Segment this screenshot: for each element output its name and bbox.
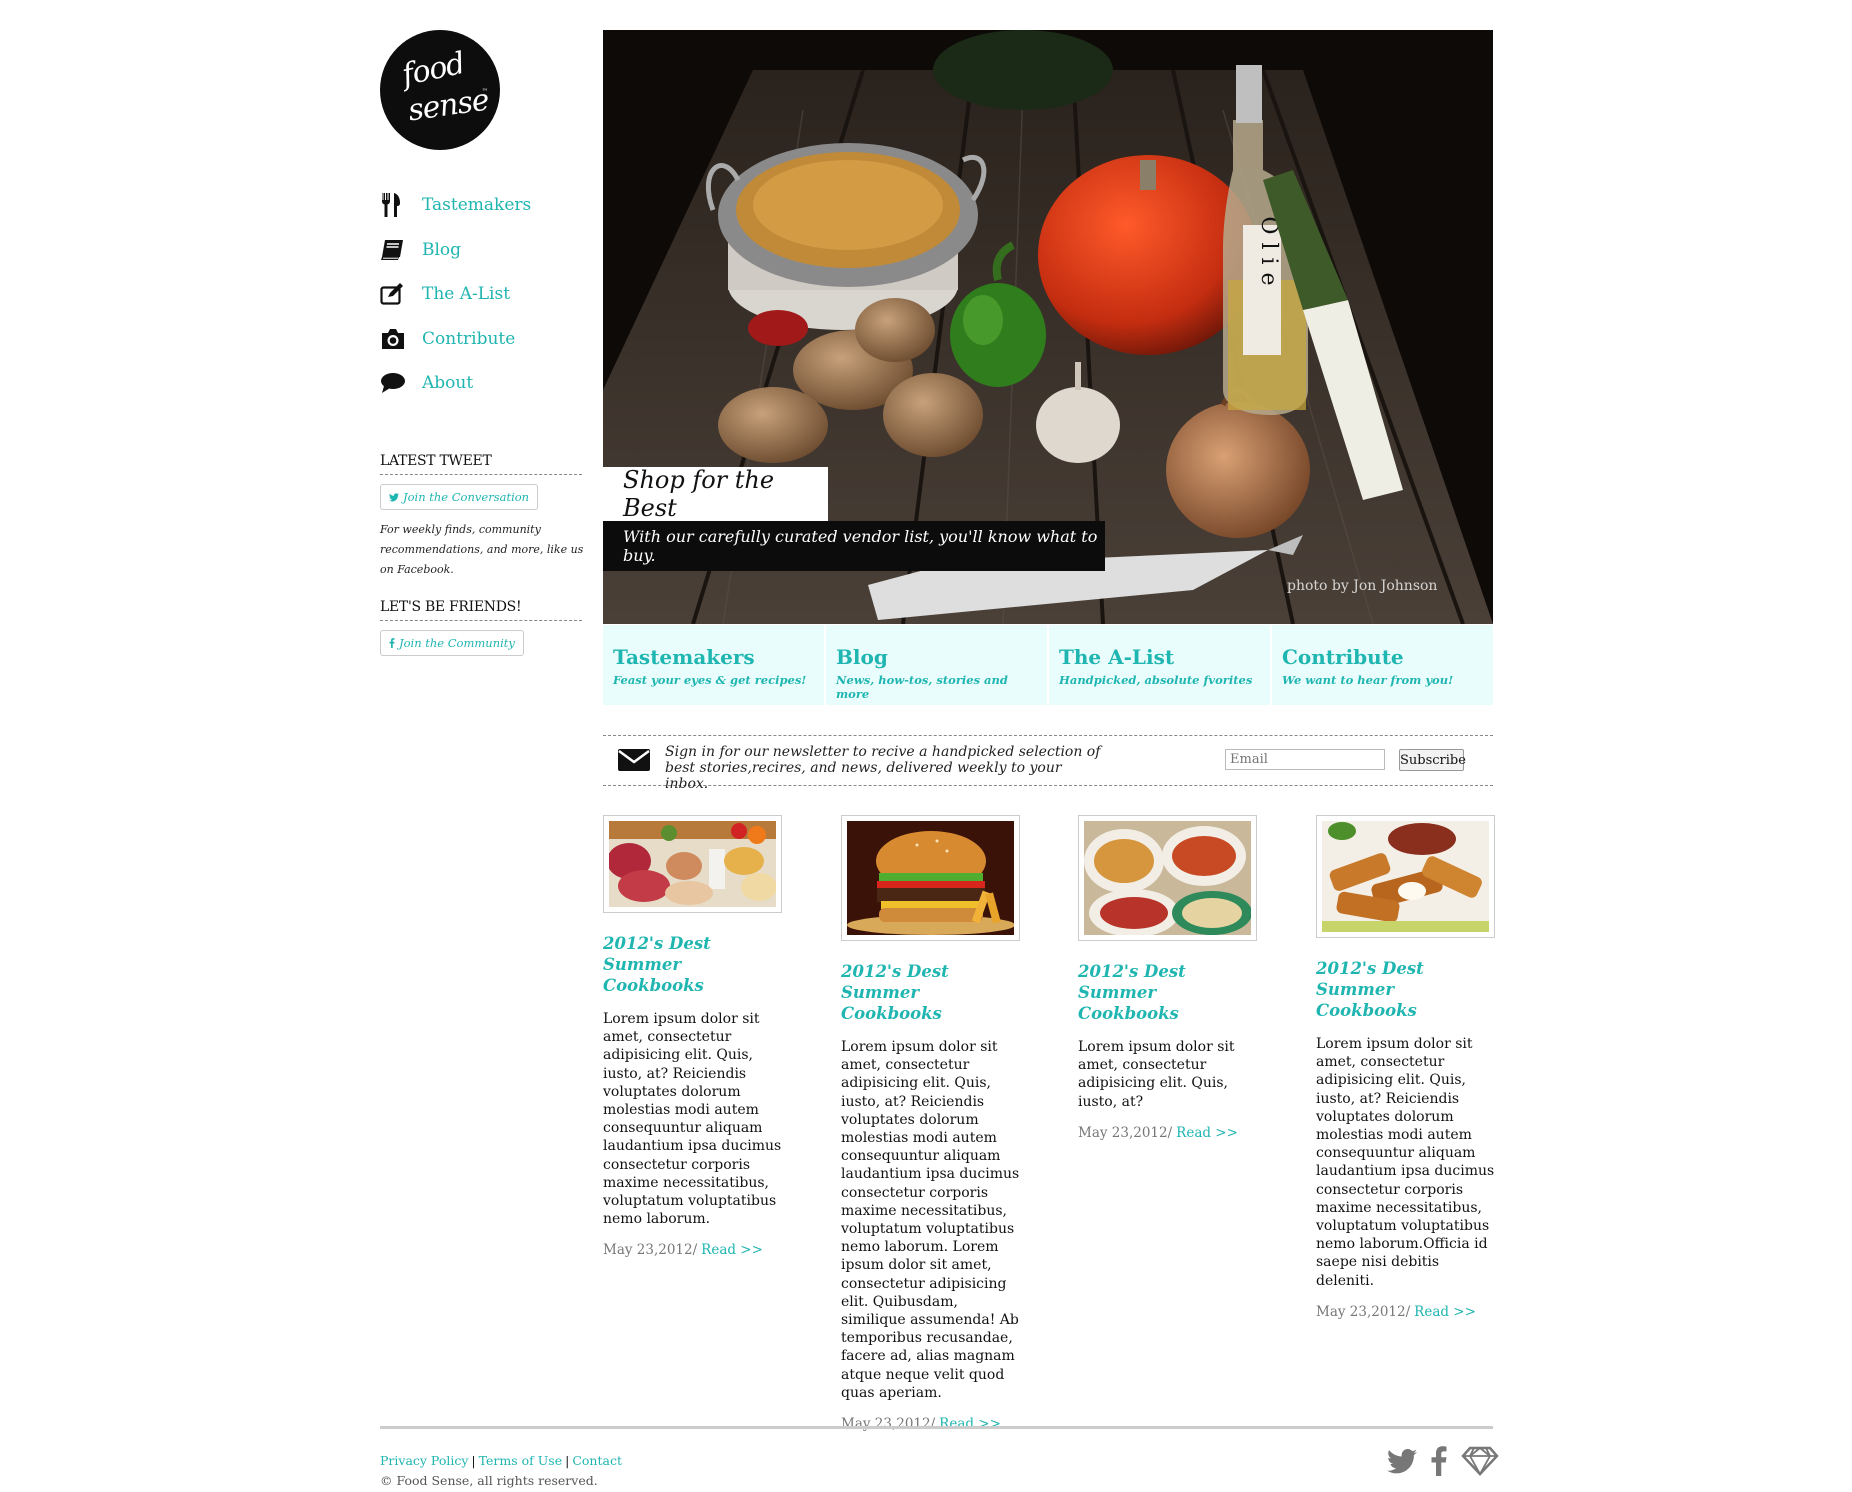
email-input[interactable] (1225, 749, 1385, 770)
post-date: May 23,2012/ (603, 1242, 698, 1259)
post-thumbnail[interactable] (603, 815, 782, 913)
read-more-link[interactable]: Read >> (1414, 1304, 1476, 1320)
contact-link[interactable]: Contact (572, 1453, 622, 1468)
envelope-icon (618, 749, 650, 771)
feature-subtitle: Handpicked, absolute fvorites (1059, 673, 1253, 687)
post-thumbnail[interactable] (1316, 815, 1495, 938)
newsletter-signup: Sign in for our newsletter to recive a h… (603, 735, 1493, 792)
hero-banner[interactable]: Olie Shop for the Best With our carefull… (603, 30, 1493, 624)
post-body: Lorem ipsum dolor sit amet, consectetur … (1316, 1036, 1495, 1289)
logo-trademark: ™ (482, 88, 488, 95)
sidebar-nav: Tastemakers Blog The A-List Contribute A… (380, 192, 580, 415)
post-thumbnail[interactable] (841, 815, 1020, 941)
diamond-icon[interactable] (1461, 1446, 1499, 1476)
post-title[interactable]: 2012's Dest Summer Cookbooks (1316, 958, 1496, 1021)
read-more-link[interactable]: Read >> (939, 1416, 1001, 1432)
hero-caption-subtitle: With our carefully curated vendor list, … (603, 521, 1105, 571)
feature-title: Tastemakers (613, 645, 755, 669)
post-body: Lorem ipsum dolor sit amet, consectetur … (841, 1039, 1020, 1401)
subscribe-button[interactable]: Subscribe (1399, 749, 1466, 771)
edit-icon (380, 281, 408, 307)
post-title[interactable]: 2012's Dest Summer Cookbooks (603, 933, 783, 996)
sidebar-item-tastemakers[interactable]: Tastemakers (380, 192, 580, 218)
feature-title: The A-List (1059, 645, 1175, 669)
post-meta: May 23,2012/Read >> (841, 1416, 1021, 1432)
latest-tweet-heading: LATEST TWEET (380, 453, 582, 475)
post-card: 2012's Dest Summer Cookbooks Lorem ipsum… (841, 815, 1021, 1432)
sidebar-item-label: The A-List (422, 284, 511, 304)
post-meta: May 23,2012/Read >> (1316, 1304, 1496, 1320)
post-date: May 23,2012/ (841, 1416, 936, 1433)
feature-subtitle: Feast your eyes & get recipes! (613, 673, 807, 687)
fork-knife-icon (380, 192, 408, 218)
post-thumbnail[interactable] (1078, 815, 1257, 941)
sidebar-item-label: Contribute (422, 328, 516, 349)
book-icon (380, 237, 408, 263)
sidebar-item-the-a-list[interactable]: The A-List (380, 281, 580, 307)
facebook-icon[interactable] (1431, 1446, 1447, 1476)
post-body: Lorem ipsum dolor sit amet, consectetur … (1078, 1039, 1235, 1110)
photo-credit: photo by Jon Johnson (1287, 578, 1438, 594)
join-conversation-button[interactable]: Join the Conversation (380, 484, 539, 510)
twitter-icon (389, 492, 399, 501)
join-community-label: Join the Community (399, 636, 515, 650)
sidebar-item-label: About (422, 373, 474, 393)
post-card: 2012's Dest Summer Cookbooks Lorem ipsum… (1316, 815, 1496, 1320)
feature-subtitle: We want to hear from you! (1282, 673, 1454, 687)
privacy-policy-link[interactable]: Privacy Policy (380, 1453, 468, 1468)
post-card: 2012's Dest Summer Cookbooks Lorem ipsum… (1078, 815, 1258, 1141)
newsletter-text: Sign in for our newsletter to recive a h… (665, 744, 1101, 792)
post-card: 2012's Dest Summer Cookbooks Lorem ipsum… (603, 815, 783, 1258)
footer-links: Privacy Policy | Terms of Use | Contact (380, 1453, 622, 1468)
social-links (1387, 1446, 1499, 1476)
terms-of-use-link[interactable]: Terms of Use (479, 1453, 562, 1468)
post-meta: May 23,2012/Read >> (603, 1242, 783, 1258)
copyright: © Food Sense, all rights reserved. (380, 1473, 598, 1488)
join-conversation-label: Join the Conversation (403, 490, 530, 504)
post-date: May 23,2012/ (1078, 1124, 1173, 1141)
lets-be-friends-heading: LET'S BE FRIENDS! (380, 599, 582, 621)
feature-tabs: Tastemakers Feast your eyes & get recipe… (603, 625, 1493, 705)
feature-subtitle: News, how-tos, stories and more (836, 673, 1008, 701)
camera-icon (380, 326, 408, 352)
site-logo[interactable]: food sense ™ (380, 30, 500, 150)
footer-separator: | (471, 1453, 476, 1468)
speech-bubble-icon (380, 370, 408, 396)
bottle-label: Olie (1256, 216, 1281, 293)
groceries-image (609, 821, 776, 907)
sidebar-item-label: Tastemakers (422, 195, 532, 215)
sidebar-item-contribute[interactable]: Contribute (380, 326, 580, 352)
feature-tastemakers[interactable]: Tastemakers Feast your eyes & get recipe… (603, 625, 826, 705)
read-more-link[interactable]: Read >> (701, 1242, 763, 1258)
footer-divider (380, 1426, 1493, 1429)
burger-image (847, 821, 1014, 935)
twitter-icon[interactable] (1387, 1448, 1417, 1474)
hero-caption-title: Shop for the Best (603, 466, 828, 522)
read-more-link[interactable]: Read >> (1176, 1125, 1238, 1141)
feature-contribute[interactable]: Contribute We want to hear from you! (1272, 625, 1493, 705)
feature-title: Contribute (1282, 645, 1404, 669)
sidebar-item-blog[interactable]: Blog (380, 237, 580, 263)
post-meta: May 23,2012/Read >> (1078, 1125, 1258, 1141)
feature-the-a-list[interactable]: The A-List Handpicked, absolute fvorites (1049, 625, 1272, 705)
feature-blog[interactable]: Blog News, how-tos, stories and more (826, 625, 1049, 705)
facebook-icon (389, 638, 395, 648)
sidebar-item-label: Blog (422, 239, 462, 260)
tweet-text: For weekly finds, community recommendati… (380, 523, 584, 576)
post-date: May 23,2012/ (1316, 1303, 1411, 1320)
feature-title: Blog (836, 645, 888, 669)
footer-separator: | (565, 1453, 570, 1468)
post-title[interactable]: 2012's Dest Summer Cookbooks (1078, 961, 1258, 1024)
sidebar-item-about[interactable]: About (380, 370, 580, 396)
post-title[interactable]: 2012's Dest Summer Cookbooks (841, 961, 1021, 1024)
fried-sticks-image (1322, 821, 1489, 932)
join-community-button[interactable]: Join the Community (380, 630, 524, 656)
post-body: Lorem ipsum dolor sit amet, consectetur … (603, 1011, 782, 1228)
seafood-platter-image (1084, 821, 1251, 935)
